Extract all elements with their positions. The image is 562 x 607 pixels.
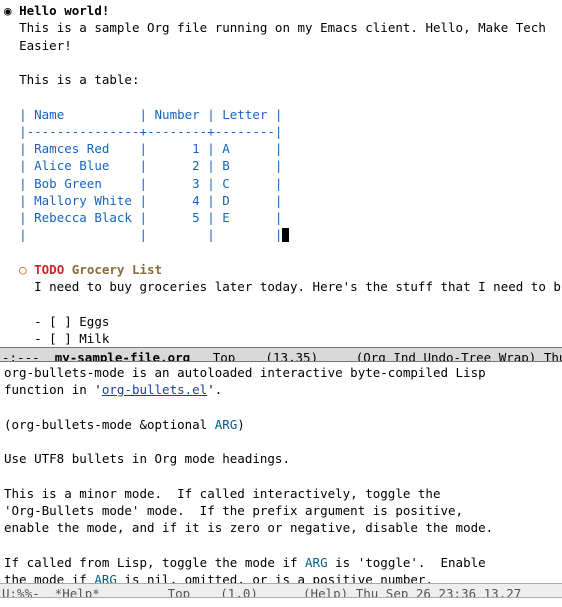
text-cursor bbox=[282, 228, 289, 242]
org-paragraph-line: This is a sample Org file running on my … bbox=[19, 20, 546, 35]
help-line: org-bullets-mode is an autoloaded intera… bbox=[4, 365, 486, 380]
org-checkbox-item[interactable]: - [ ] Milk bbox=[34, 331, 109, 346]
modeline-help[interactable]: U:%%- *Help* Top (1,0) (Help) Thu Sep 26… bbox=[0, 583, 562, 598]
echo-area[interactable] bbox=[0, 598, 562, 607]
org-table-row: | Rebecca Black | 5 | E | bbox=[19, 210, 282, 225]
org-table-row: | Alice Blue | 2 | B | bbox=[19, 158, 282, 173]
help-arg: ARG bbox=[94, 572, 117, 583]
org-heading-2: Grocery List bbox=[72, 262, 162, 277]
help-line: is nil, omitted, or is a positive number… bbox=[117, 572, 433, 583]
help-signature: (org-bullets-mode &optional bbox=[4, 417, 215, 432]
org-paragraph-line: This is a table: bbox=[19, 72, 139, 87]
help-line: 'Org-Bullets mode' mode. If the prefix a… bbox=[4, 503, 463, 518]
help-arg: ARG bbox=[215, 417, 238, 432]
help-signature-close: ) bbox=[237, 417, 245, 432]
help-file-link[interactable]: org-bullets.el bbox=[102, 382, 207, 397]
org-buffer[interactable]: ◉ Hello world! This is a sample Org file… bbox=[0, 0, 562, 347]
org-paragraph-line: Easier! bbox=[19, 38, 72, 53]
help-arg: ARG bbox=[305, 555, 328, 570]
org-paragraph-line: I need to buy groceries later today. Her… bbox=[34, 279, 562, 294]
org-checkbox-item[interactable]: - [ ] Eggs bbox=[34, 314, 109, 329]
help-line: is 'toggle'. Enable bbox=[328, 555, 486, 570]
help-line: '. bbox=[207, 382, 222, 397]
org-table-row: | Bob Green | 3 | C | bbox=[19, 176, 282, 191]
help-line: the mode if bbox=[4, 572, 94, 583]
modeline-org[interactable]: -:--- my-sample-file.org Top (13,35) (Or… bbox=[0, 347, 562, 362]
org-table-row: | Mallory White | 4 | D | bbox=[19, 193, 282, 208]
org-table-header: | Name | Number | Letter | bbox=[19, 107, 282, 122]
org-table-row: | Ramces Red | 1 | A | bbox=[19, 141, 282, 156]
modeline-text: U:%%- *Help* Top (1,0) (Help) Thu Sep 26… bbox=[2, 586, 521, 598]
help-buffer[interactable]: org-bullets-mode is an autoloaded intera… bbox=[0, 362, 562, 583]
help-line: Use UTF8 bullets in Org mode headings. bbox=[4, 451, 290, 466]
modeline-filename: my-sample-file.org bbox=[55, 350, 190, 362]
org-table-separator: |---------------+--------+--------| bbox=[19, 124, 282, 139]
help-line: This is a minor mode. If called interact… bbox=[4, 486, 441, 501]
modeline-status: -:--- bbox=[2, 350, 55, 362]
modeline-position-modes: Top (13,35) (Org Ind Undo-Tree Wrap) Thu… bbox=[190, 350, 562, 362]
org-heading-1: Hello world! bbox=[19, 3, 109, 18]
org-todo-keyword: TODO bbox=[34, 262, 64, 277]
help-line: function in ' bbox=[4, 382, 102, 397]
help-line: enable the mode, and if it is zero or ne… bbox=[4, 520, 493, 535]
org-bullet-level1: ◉ bbox=[4, 3, 12, 18]
help-line: If called from Lisp, toggle the mode if bbox=[4, 555, 305, 570]
org-bullet-level2: ○ bbox=[19, 262, 27, 277]
emacs-frame: ◉ Hello world! This is a sample Org file… bbox=[0, 0, 562, 607]
org-table-row-empty: | | | | bbox=[19, 227, 282, 242]
